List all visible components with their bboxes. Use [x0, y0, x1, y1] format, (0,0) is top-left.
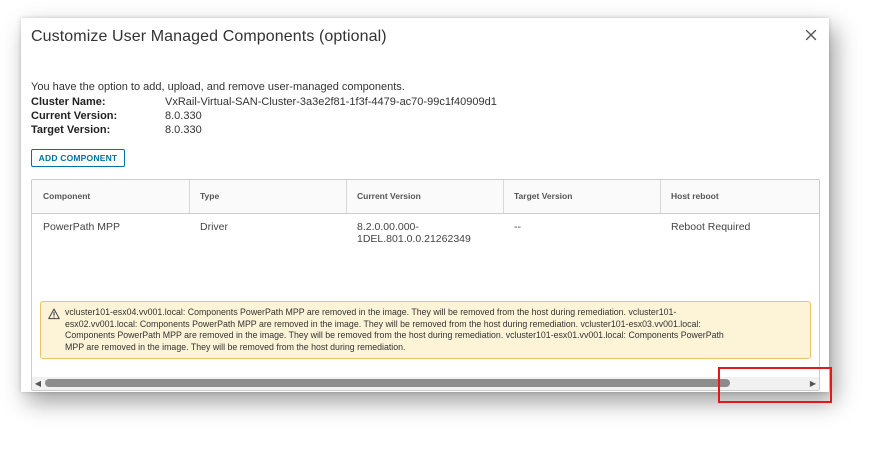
intro-text: You have the option to add, upload, and …: [31, 81, 405, 93]
table-row[interactable]: PowerPath MPP Driver 8.2.0.00.000- 1DEL.…: [32, 214, 819, 294]
caret-left-icon: ◀: [34, 379, 42, 388]
column-header-current-version[interactable]: Current Version: [346, 180, 503, 213]
target-version-value: 8.0.330: [165, 124, 202, 136]
grid-header: Component Type Current Version Target Ve…: [32, 180, 819, 214]
scroll-left-button[interactable]: ◀: [32, 377, 44, 390]
current-version-cell: 8.2.0.00.000- 1DEL.801.0.0.21262349: [346, 221, 471, 245]
current-version-line: 1DEL.801.0.0.21262349: [357, 233, 471, 245]
dialog-title: Customize User Managed Components (optio…: [31, 28, 387, 45]
type-cell: Driver: [200, 221, 228, 233]
warning-triangle-icon: [48, 308, 60, 320]
warning-message: vcluster101-esx04.vv001.local: Component…: [65, 307, 805, 353]
cluster-name-value: VxRail-Virtual-SAN-Cluster-3a3e2f81-1f3f…: [165, 96, 497, 108]
warning-line: vcluster101-esx04.vv001.local: Component…: [65, 307, 677, 317]
annotation-highlight-box: [718, 367, 832, 403]
add-component-button[interactable]: ADD COMPONENT: [31, 149, 125, 167]
target-version-label: Target Version:: [31, 124, 111, 136]
cluster-name-row: Cluster Name: VxRail-Virtual-SAN-Cluster…: [31, 96, 497, 108]
close-icon: [805, 29, 817, 41]
cluster-name-label: Cluster Name:: [31, 96, 106, 108]
current-version-label: Current Version:: [31, 110, 118, 122]
target-version-row: Target Version: 8.0.330: [31, 124, 202, 136]
column-header-host-reboot[interactable]: Host reboot: [660, 180, 819, 213]
host-reboot-cell: Reboot Required: [671, 221, 751, 233]
column-header-target-version[interactable]: Target Version: [503, 180, 660, 213]
current-version-value: 8.0.330: [165, 110, 202, 122]
close-button[interactable]: [803, 27, 819, 43]
warning-line: esx02.vv001.local: Components PowerPath …: [65, 318, 701, 329]
warning-line: MPP are removed in the image. They will …: [65, 341, 406, 352]
warning-line: Components PowerPath MPP are removed in …: [65, 330, 724, 340]
warning-alert: vcluster101-esx04.vv001.local: Component…: [40, 301, 811, 359]
customize-components-dialog: Customize User Managed Components (optio…: [21, 18, 829, 392]
horizontal-scrollbar[interactable]: ◀ ▶: [32, 377, 819, 390]
components-grid: Component Type Current Version Target Ve…: [31, 179, 820, 391]
column-header-component[interactable]: Component: [32, 180, 189, 213]
current-version-row: Current Version: 8.0.330: [31, 110, 202, 122]
scrollbar-thumb[interactable]: [45, 379, 730, 387]
column-header-type[interactable]: Type: [189, 180, 346, 213]
component-cell: PowerPath MPP: [43, 221, 121, 233]
current-version-line: 8.2.0.00.000-: [357, 221, 419, 233]
target-version-cell: --: [514, 221, 521, 233]
